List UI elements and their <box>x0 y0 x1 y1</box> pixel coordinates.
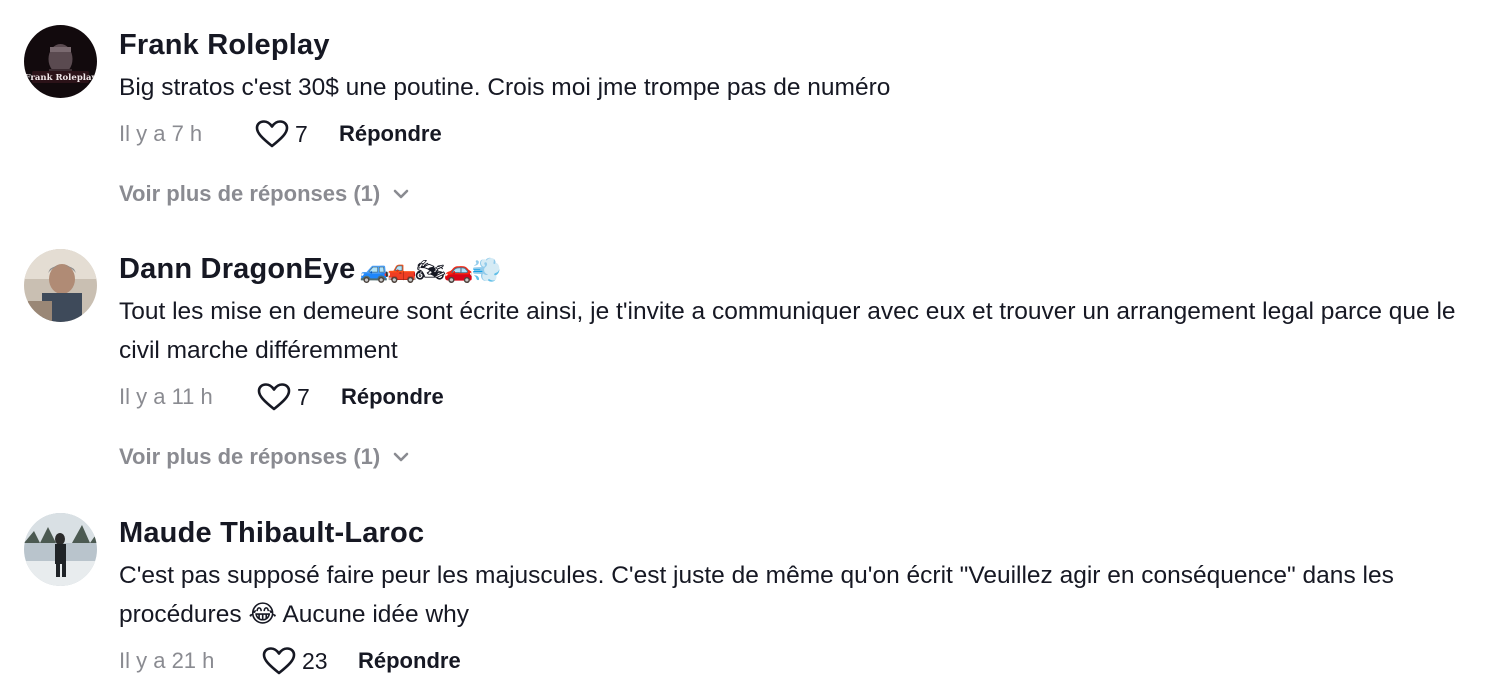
username-text[interactable]: Maude Thibault-Laroc <box>119 517 424 549</box>
view-more-replies-label[interactable]: Voir plus de réponses (1) <box>119 181 380 207</box>
reply-button[interactable]: Répondre <box>339 121 442 147</box>
heart-outline-icon[interactable] <box>262 646 296 676</box>
comment-text: C'est pas supposé faire peur les majuscu… <box>119 562 1394 628</box>
view-more-replies-button[interactable]: Voir plus de réponses (1) <box>119 444 410 470</box>
like-count: 7 <box>295 120 308 147</box>
avatar-image <box>24 249 97 322</box>
avatar[interactable] <box>24 513 97 586</box>
username-emoji: 🚙🛻🏍🚗💨 <box>359 257 501 284</box>
username-text[interactable]: Dann DragonEye <box>119 253 355 285</box>
chevron-down-icon[interactable] <box>392 188 410 200</box>
comment-meta: Il y a 11 h 7 Répondre <box>119 380 1494 414</box>
heart-outline-icon[interactable] <box>257 382 291 412</box>
avatar-image: Frank Roleplay <box>24 25 97 98</box>
reply-button[interactable]: Répondre <box>341 384 444 410</box>
like-count: 23 <box>302 647 328 674</box>
heart-outline-icon[interactable] <box>255 119 289 149</box>
comment-username[interactable]: Dann DragonEye 🚙🛻🏍🚗💨 <box>119 249 1494 289</box>
comment-body: Dann DragonEye 🚙🛻🏍🚗💨 Tout les mise en dem… <box>119 249 1494 470</box>
comment-body: Maude Thibault-Laroc C'est pas supposé f… <box>119 513 1494 678</box>
avatar-image <box>24 513 97 586</box>
like-button[interactable]: 7 <box>257 382 329 412</box>
reply-button[interactable]: Répondre <box>358 648 461 674</box>
view-more-replies-button[interactable]: Voir plus de réponses (1) <box>119 181 410 207</box>
comment-meta: Il y a 21 h 23 Répondre <box>119 644 1494 678</box>
comment-timestamp: Il y a 11 h <box>119 384 213 409</box>
comment-username[interactable]: Maude Thibault-Laroc <box>119 513 1494 553</box>
comment-meta: Il y a 7 h 7 Répondre <box>119 117 1494 151</box>
comment-username[interactable]: Frank Roleplay <box>119 25 1494 65</box>
like-button[interactable]: 23 <box>262 646 346 676</box>
comment-text: Big stratos c'est 30$ une poutine. Crois… <box>119 74 891 101</box>
username-text[interactable]: Frank Roleplay <box>119 29 330 61</box>
avatar[interactable] <box>24 249 97 322</box>
comment-timestamp: Il y a 21 h <box>119 648 215 673</box>
comment-body: Frank Roleplay Big stratos c'est 30$ une… <box>119 25 1494 207</box>
view-more-replies-label[interactable]: Voir plus de réponses (1) <box>119 444 380 470</box>
chevron-down-icon[interactable] <box>392 451 410 463</box>
comment-timestamp: Il y a 7 h <box>119 121 203 146</box>
like-count: 7 <box>297 383 310 410</box>
like-button[interactable]: 7 <box>255 119 327 149</box>
comment-text: Tout les mise en demeure sont écrite ain… <box>119 298 1456 364</box>
avatar[interactable]: Frank Roleplay <box>24 25 97 98</box>
avatar-logo-text: Frank Roleplay <box>25 73 97 83</box>
